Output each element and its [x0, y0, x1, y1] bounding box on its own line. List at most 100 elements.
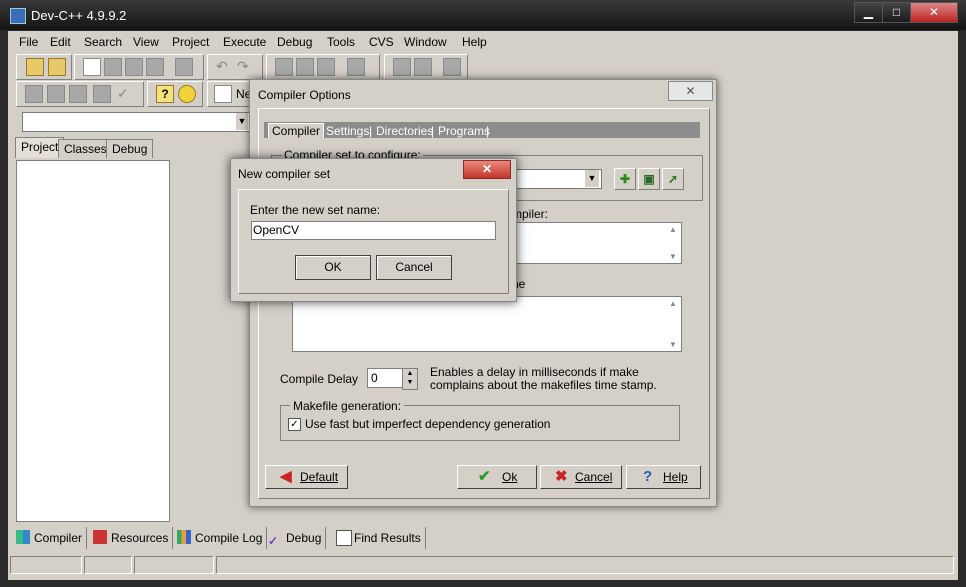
debug-check-icon: ✓ — [268, 534, 279, 548]
new-compiler-set-close-button[interactable]: ✕ — [463, 160, 511, 179]
class-browser-icon[interactable] — [26, 58, 44, 76]
tab-compiler-output[interactable]: Compiler — [12, 527, 88, 549]
check-icon[interactable]: ✓ — [117, 85, 133, 101]
scroll-down-icon[interactable]: ▼ — [667, 252, 679, 261]
menu-search[interactable]: Search — [84, 35, 122, 49]
compile-delay-input[interactable]: 0 — [367, 368, 406, 388]
tab-classes[interactable]: Classes — [58, 139, 113, 158]
menu-cvs[interactable]: CVS — [369, 35, 394, 49]
undo-icon[interactable]: ↶ — [216, 58, 232, 74]
tab-resources-label: Resources — [111, 531, 169, 545]
redo-icon[interactable]: ↷ — [237, 58, 253, 74]
tab-compile-log[interactable]: Compile Log — [173, 527, 268, 549]
new-set-ok-button[interactable]: OK — [295, 255, 371, 280]
menu-help[interactable]: Help — [462, 35, 487, 49]
new-file-icon[interactable] — [83, 58, 101, 76]
compile-icon[interactable] — [25, 85, 43, 103]
toolbar-undo: ↶ ↷ — [207, 54, 263, 80]
toolbar-class — [16, 54, 72, 80]
compiler-options-close-button[interactable]: ✕ — [668, 81, 713, 101]
status-cell-1 — [10, 556, 82, 574]
compile-delay-spinner[interactable]: ▲ ▼ — [402, 368, 418, 390]
open-icon[interactable] — [104, 58, 122, 76]
chevron-down-icon[interactable]: ▼ — [236, 113, 248, 130]
add-set-button[interactable]: ✚ — [614, 168, 636, 190]
tab-programs[interactable]: Programs — [438, 124, 490, 138]
add-to-project-icon[interactable] — [393, 58, 411, 76]
tab-compiler[interactable]: Compiler — [268, 123, 325, 138]
menu-window[interactable]: Window — [404, 35, 447, 49]
fast-dependency-checkbox[interactable]: ✓ — [288, 418, 301, 431]
makefile-group-label: Makefile generation: — [290, 399, 405, 413]
fast-dependency-label[interactable]: Use fast but imperfect dependency genera… — [305, 417, 550, 431]
new-set-cancel-button[interactable]: Cancel — [376, 255, 452, 280]
menu-view[interactable]: View — [133, 35, 159, 49]
cancel-button-label: Cancel — [575, 470, 613, 484]
help-button[interactable]: ? Help — [626, 465, 701, 489]
chevron-down-icon[interactable]: ▼ — [585, 170, 599, 187]
scroll-up-icon[interactable]: ▲ — [667, 299, 679, 308]
maximize-button[interactable]: □ — [882, 2, 911, 23]
tab-directories[interactable]: Directories — [376, 124, 433, 138]
cancel-button[interactable]: ✖ Cancel — [540, 465, 622, 489]
find-icon[interactable] — [275, 58, 293, 76]
resources-icon — [93, 530, 107, 544]
project-tree[interactable] — [16, 160, 170, 522]
tab-debug[interactable]: Debug — [106, 139, 154, 158]
tab-debug-output[interactable]: ✓ Debug — [264, 527, 327, 549]
default-button[interactable]: ◀ Default — [265, 465, 348, 489]
tab-find-results[interactable]: Find Results — [332, 527, 426, 549]
menu-tools[interactable]: Tools — [327, 35, 355, 49]
menu-edit[interactable]: Edit — [50, 35, 71, 49]
tab-separator: | — [486, 124, 490, 138]
class-combo[interactable] — [22, 112, 250, 132]
rename-set-button[interactable]: ➚ — [662, 168, 684, 190]
menu-bar: File Edit Search View Project Execute De… — [8, 32, 958, 52]
menu-file[interactable]: File — [19, 35, 38, 49]
menu-execute[interactable]: Execute — [223, 35, 266, 49]
close-icon: ✖ — [555, 468, 568, 485]
ok-button[interactable]: ✔ Ok — [457, 465, 537, 489]
help-icon[interactable]: ? — [156, 85, 174, 103]
linker-commands-memo[interactable]: ▲ ▼ — [292, 296, 682, 352]
tab-debug-label: Debug — [286, 531, 322, 545]
compile-delay-description: Enables a delay in milliseconds if make … — [430, 365, 657, 392]
save-all-icon[interactable] — [146, 58, 164, 76]
delete-set-button[interactable]: ▣ — [638, 168, 660, 190]
project-options-icon[interactable] — [443, 58, 461, 76]
save-icon[interactable] — [125, 58, 143, 76]
replace-icon[interactable] — [296, 58, 314, 76]
trash-icon: ▣ — [643, 172, 655, 186]
compile-delay-label: Compile Delay — [280, 372, 359, 386]
new-set-name-input[interactable]: OpenCV — [251, 221, 496, 240]
goto-line-icon[interactable] — [347, 58, 365, 76]
close-button[interactable]: ✕ — [910, 2, 958, 23]
scroll-down-icon[interactable]: ▼ — [667, 340, 679, 349]
insert-class-icon[interactable] — [48, 58, 66, 76]
toolbar-new: Ne — [207, 81, 255, 107]
tab-project[interactable]: Project — [15, 137, 65, 158]
run-icon[interactable] — [47, 85, 65, 103]
arrow-icon: ➚ — [667, 172, 679, 186]
minimize-button[interactable]: ▁ — [854, 2, 883, 23]
options-tab-strip: Compiler Settings | Directories | Progra… — [264, 122, 700, 138]
new-icon[interactable] — [214, 85, 232, 103]
print-icon[interactable] — [175, 58, 193, 76]
title-bar: Dev-C++ 4.9.9.2 ▁ □ ✕ — [0, 0, 966, 30]
find-results-icon — [336, 530, 352, 546]
menu-debug[interactable]: Debug — [277, 35, 312, 49]
tab-settings[interactable]: Settings — [326, 124, 369, 138]
new-set-prompt: Enter the new set name: — [250, 203, 381, 217]
toolbar-help: ? — [147, 81, 203, 107]
plus-icon: ✚ — [619, 172, 631, 186]
rebuild-all-icon[interactable] — [93, 85, 111, 103]
about-icon[interactable] — [178, 85, 196, 103]
tab-resources[interactable]: Resources — [89, 527, 174, 549]
menu-project[interactable]: Project — [172, 35, 209, 49]
new-compiler-set-title: New compiler set — [238, 167, 331, 181]
remove-from-project-icon[interactable] — [414, 58, 432, 76]
tab-separator: | — [369, 124, 373, 138]
find-next-icon[interactable] — [317, 58, 335, 76]
compile-run-icon[interactable] — [69, 85, 87, 103]
scroll-up-icon[interactable]: ▲ — [667, 225, 679, 234]
